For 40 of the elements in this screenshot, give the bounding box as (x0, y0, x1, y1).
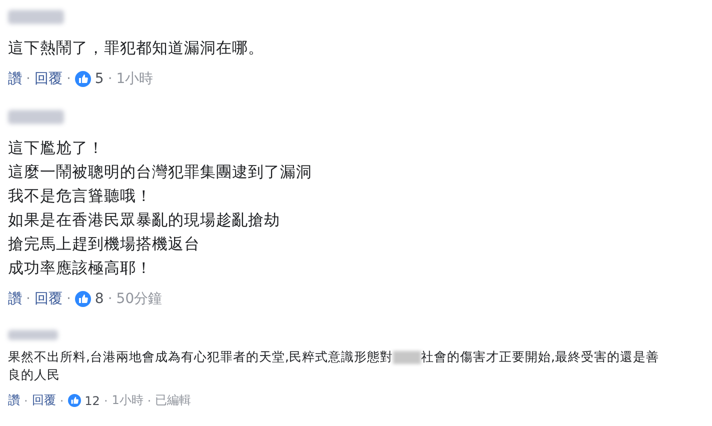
separator-dot: · (104, 394, 108, 408)
comment-text: 果然不出所料,台港兩地會成為有心犯罪者的天堂,民粹式意識形態對 (8, 348, 393, 366)
like-count: 5 (94, 71, 104, 87)
blurred-name (8, 10, 64, 24)
separator-dot: · (26, 71, 30, 87)
separator-dot: · (66, 291, 71, 307)
comment-text: 社會的傷害才正要開始,最終受害的還是善 (420, 348, 659, 366)
comment-text: 良的人民 (8, 366, 60, 384)
edited-label: 已編輯 (155, 392, 192, 409)
thumbs-up-icon (68, 394, 81, 407)
like-link[interactable]: 讚 (8, 70, 22, 88)
comment-text: 搶完馬上趕到機場搭機返台 (8, 234, 200, 255)
separator-dot: · (147, 394, 152, 408)
like-link[interactable]: 讚 (8, 290, 22, 308)
timestamp: 50分鐘 (116, 290, 162, 308)
like-count: 12 (84, 394, 100, 408)
comment-text: 成功率應該極高耶！ (8, 258, 152, 279)
thumbs-up-icon (74, 291, 91, 307)
blurred-name (8, 110, 64, 124)
separator-dot: · (108, 71, 112, 87)
comment-text: 這麼一鬧被聰明的台灣犯罪集團逮到了漏洞 (8, 162, 312, 183)
separator-dot: · (108, 291, 112, 307)
reply-link[interactable]: 回覆 (34, 290, 62, 308)
comment-text: 這下熱鬧了，罪犯都知道漏洞在哪。 (8, 38, 264, 59)
comment-text: 這下尷尬了！ (8, 138, 104, 159)
blurred-name (8, 330, 58, 340)
timestamp: 1小時 (116, 70, 154, 88)
thumbs-up-icon (74, 71, 91, 87)
like-count: 8 (94, 291, 104, 307)
reply-link[interactable]: 回覆 (32, 392, 56, 409)
comment-text: 如果是在香港民眾暴亂的現場趁亂搶劫 (8, 210, 280, 231)
redaction-blur (392, 350, 421, 364)
separator-dot: · (66, 71, 71, 87)
separator-dot: · (24, 394, 28, 408)
separator-dot: · (60, 394, 64, 408)
like-link[interactable]: 讚 (8, 392, 20, 409)
timestamp: 1小時 (112, 392, 144, 409)
comment-text: 我不是危言聳聽哦！ (8, 186, 152, 207)
reply-link[interactable]: 回覆 (34, 70, 62, 88)
separator-dot: · (26, 291, 30, 307)
